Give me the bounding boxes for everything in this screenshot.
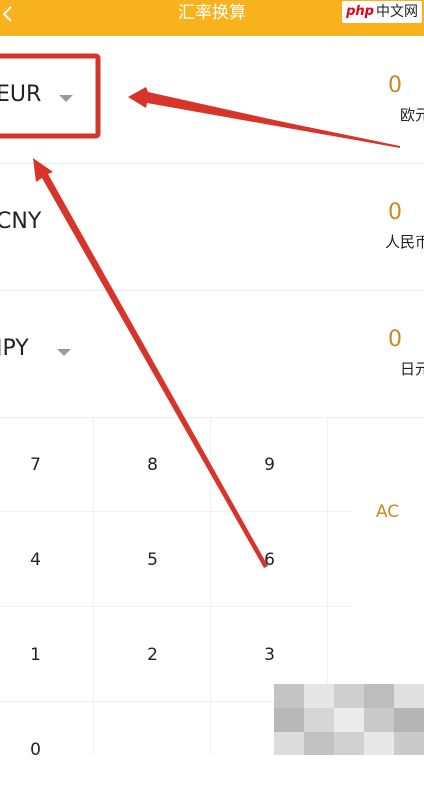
key-4[interactable]: 4 [0,512,94,607]
key-0[interactable]: 0 [0,702,94,797]
currency-code-jpy[interactable]: JPY [0,336,29,361]
currency-value-eur[interactable]: 0 [380,73,410,98]
dropdown-caret-icon[interactable] [57,349,71,356]
key-7[interactable]: 7 [0,417,94,512]
currency-name-eur: 欧元 [399,106,424,124]
currency-row-jpy: JPY 0 日元 [0,290,424,418]
key-8[interactable]: 8 [94,417,211,512]
currency-row-eur: EUR 0 欧元 [0,36,424,164]
key-1[interactable]: 1 [0,607,94,702]
currency-row-cny: CNY 0 人民币 [0,163,424,291]
watermark-logo: php 中文网 [342,1,422,23]
key-6[interactable]: 6 [211,512,328,607]
watermark-cn-text: 中文网 [376,4,418,20]
currency-value-jpy[interactable]: 0 [380,327,410,352]
watermark-php-text: php [346,4,374,19]
currency-value-cny[interactable]: 0 [380,200,410,225]
clear-button[interactable]: AC [351,417,424,607]
currency-code-eur[interactable]: EUR [0,82,41,107]
currency-code-cny[interactable]: CNY [0,209,41,234]
key-5[interactable]: 5 [94,512,211,607]
top-bar: 汇率换算 php 中文网 [0,0,424,36]
dropdown-caret-icon[interactable] [59,95,73,102]
currency-name-cny: 人民币 [384,233,424,251]
currency-name-jpy: 日元 [399,360,424,378]
key-2[interactable]: 2 [94,607,211,702]
blurred-region [274,684,424,755]
key-9[interactable]: 9 [211,417,328,512]
